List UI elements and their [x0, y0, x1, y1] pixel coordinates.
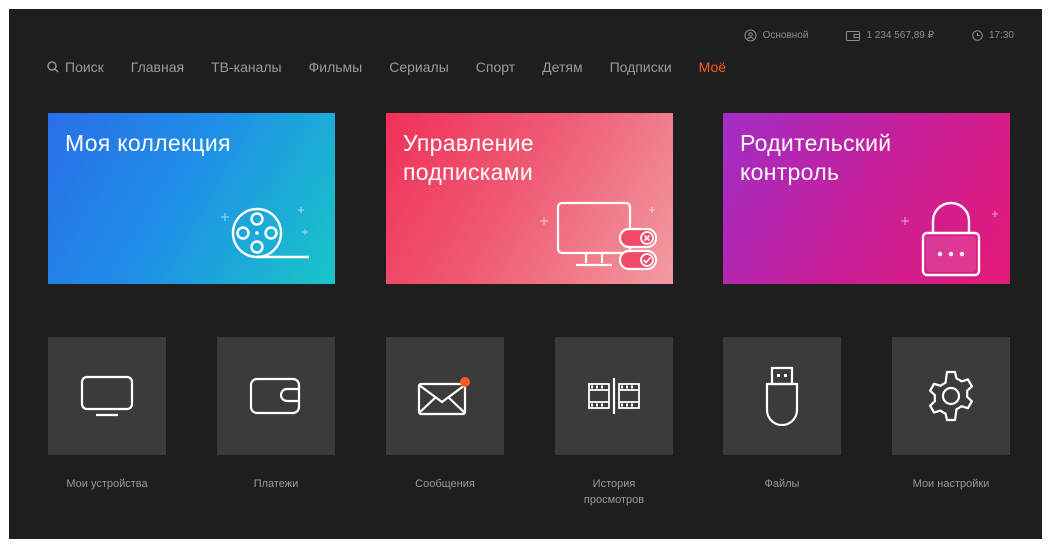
nav-item-series[interactable]: Сериалы — [389, 59, 449, 75]
card-parental-control[interactable]: Родительский контроль — [723, 113, 1010, 284]
wallet-icon — [846, 30, 861, 41]
tile-label-settings: Мои настройки — [912, 478, 990, 490]
nav-item-home[interactable]: Главная — [131, 59, 184, 75]
tile-label-history-text: История просмотров — [583, 478, 645, 506]
search-icon — [47, 61, 59, 73]
nav-item-movies[interactable]: Фильмы — [309, 59, 363, 75]
film-reel-icon — [221, 207, 309, 259]
main-nav: Поиск Главная ТВ-каналы Фильмы Сериалы С… — [47, 59, 753, 75]
profile-name: Основной — [762, 30, 809, 41]
nav-item-sport[interactable]: Спорт — [476, 59, 515, 75]
tile-label-payments: Платежи — [253, 478, 299, 490]
clock: 17:30 — [972, 30, 1014, 41]
tile-label-files: Файлы — [764, 478, 800, 490]
card-title: Родительский контроль — [740, 130, 892, 185]
tile-my-devices[interactable] — [48, 337, 166, 455]
card-title: Моя коллекция — [65, 130, 231, 156]
padlock-icon — [901, 201, 998, 277]
nav-search-label: Поиск — [65, 59, 104, 75]
card-title: Управление подписками — [403, 130, 534, 185]
tile-label-devices: Мои устройства — [66, 478, 148, 490]
balance[interactable]: 1 234 567,89 ₽ — [846, 30, 934, 41]
card-manage-subscriptions[interactable]: Управление подписками — [386, 113, 673, 284]
tile-messages[interactable] — [386, 337, 504, 455]
balance-value: 1 234 567,89 ₽ — [866, 30, 934, 41]
tile-label-messages: Сообщения — [415, 478, 475, 490]
profile-switcher[interactable]: Основной — [744, 29, 809, 42]
nav-item-kids[interactable]: Детям — [542, 59, 582, 75]
tile-watch-history[interactable] — [555, 337, 673, 455]
nav-item-tv-channels[interactable]: ТВ-каналы — [211, 59, 282, 75]
tv-icon — [80, 375, 134, 417]
envelope-icon — [417, 377, 470, 416]
wallet-icon — [249, 377, 301, 415]
tile-label-history: История просмотров — [539, 476, 689, 508]
tile-files[interactable] — [723, 337, 841, 455]
time: 17:30 — [988, 30, 1014, 41]
card-my-collection[interactable]: Моя коллекция — [48, 113, 335, 284]
nav-item-mine[interactable]: Моё — [699, 59, 726, 75]
film-strip-icon — [588, 378, 640, 414]
monitor-toggles-icon — [540, 201, 658, 271]
nav-item-subscriptions[interactable]: Подписки — [610, 59, 672, 75]
status-bar: Основной 1 234 567,89 ₽ 17:30 — [744, 29, 1014, 42]
clock-icon — [972, 30, 983, 41]
nav-search[interactable]: Поиск — [47, 59, 104, 75]
tv-screen: Основной 1 234 567,89 ₽ 17:30 Поиск Глав… — [9, 9, 1042, 539]
gear-icon — [929, 370, 973, 422]
tile-payments[interactable] — [217, 337, 335, 455]
usb-drive-icon — [765, 366, 799, 426]
profile-icon — [744, 29, 757, 42]
tile-my-settings[interactable] — [892, 337, 1010, 455]
